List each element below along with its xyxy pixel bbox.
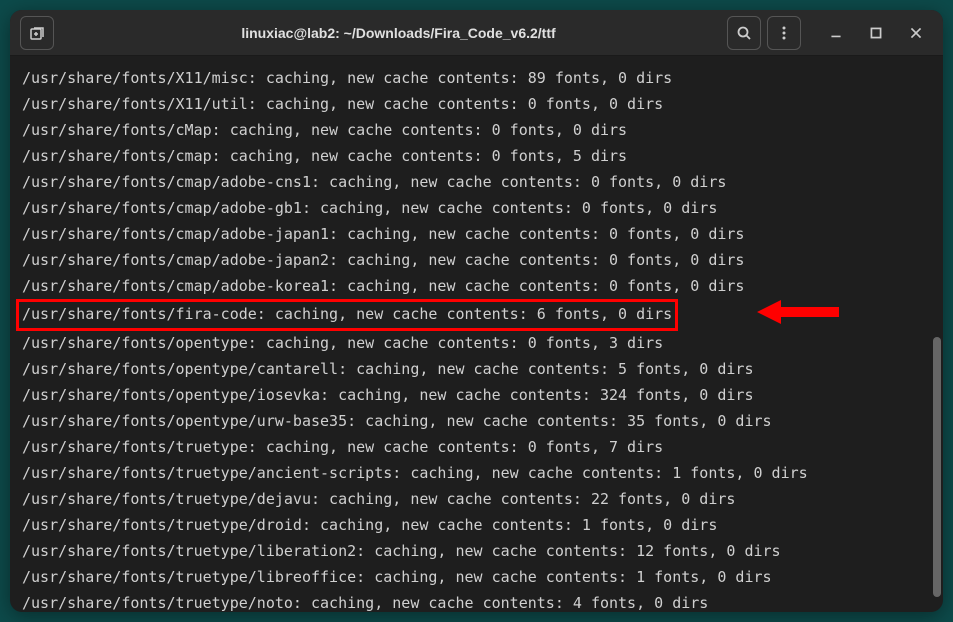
terminal-line: /usr/share/fonts/cmap/adobe-gb1: caching… (22, 196, 931, 222)
terminal-line-highlighted: /usr/share/fonts/fira-code: caching, new… (16, 299, 678, 331)
search-button[interactable] (727, 16, 761, 50)
highlight-arrow (757, 298, 839, 330)
terminal-line: /usr/share/fonts/opentype/iosevka: cachi… (22, 383, 931, 409)
terminal-line: /usr/share/fonts/cmap: caching, new cach… (22, 144, 931, 170)
terminal-line: /usr/share/fonts/cmap/adobe-japan2: cach… (22, 248, 931, 274)
terminal-line: /usr/share/fonts/truetype/droid: caching… (22, 513, 931, 539)
new-tab-icon (29, 25, 45, 41)
terminal-output[interactable]: /usr/share/fonts/X11/misc: caching, new … (10, 56, 943, 612)
titlebar-right (727, 16, 933, 50)
scrollbar-thumb[interactable] (933, 337, 941, 597)
terminal-line: /usr/share/fonts/X11/misc: caching, new … (22, 66, 931, 92)
terminal-line: /usr/share/fonts/truetype/liberation2: c… (22, 539, 931, 565)
window-controls (819, 16, 933, 50)
search-icon (736, 25, 752, 41)
scrollbar-track[interactable] (931, 66, 941, 606)
terminal-line: /usr/share/fonts/truetype/ancient-script… (22, 461, 931, 487)
terminal-line: /usr/share/fonts/truetype: caching, new … (22, 435, 931, 461)
terminal-line: /usr/share/fonts/X11/util: caching, new … (22, 92, 931, 118)
terminal-line: /usr/share/fonts/truetype/noto: caching,… (22, 591, 931, 612)
titlebar-left (20, 16, 70, 50)
titlebar: linuxiac@lab2: ~/Downloads/Fira_Code_v6.… (10, 10, 943, 56)
kebab-icon (776, 25, 792, 41)
minimize-button[interactable] (819, 16, 853, 50)
menu-button[interactable] (767, 16, 801, 50)
close-icon (908, 25, 924, 41)
maximize-icon (868, 25, 884, 41)
terminal-line: /usr/share/fonts/opentype: caching, new … (22, 331, 931, 357)
arrow-left-icon (757, 298, 839, 326)
maximize-button[interactable] (859, 16, 893, 50)
close-button[interactable] (899, 16, 933, 50)
terminal-line: /usr/share/fonts/opentype/urw-base35: ca… (22, 409, 931, 435)
terminal-line: /usr/share/fonts/opentype/cantarell: cac… (22, 357, 931, 383)
terminal-line: /usr/share/fonts/cmap/adobe-cns1: cachin… (22, 170, 931, 196)
terminal-line: /usr/share/fonts/truetype/dejavu: cachin… (22, 487, 931, 513)
terminal-line: /usr/share/fonts/truetype/libreoffice: c… (22, 565, 931, 591)
new-tab-button[interactable] (20, 16, 54, 50)
window-title: linuxiac@lab2: ~/Downloads/Fira_Code_v6.… (70, 25, 727, 41)
terminal-line: /usr/share/fonts/cMap: caching, new cach… (22, 118, 931, 144)
terminal-line: /usr/share/fonts/cmap/adobe-japan1: cach… (22, 222, 931, 248)
terminal-line: /usr/share/fonts/cmap/adobe-korea1: cach… (22, 274, 931, 300)
minimize-icon (828, 25, 844, 41)
